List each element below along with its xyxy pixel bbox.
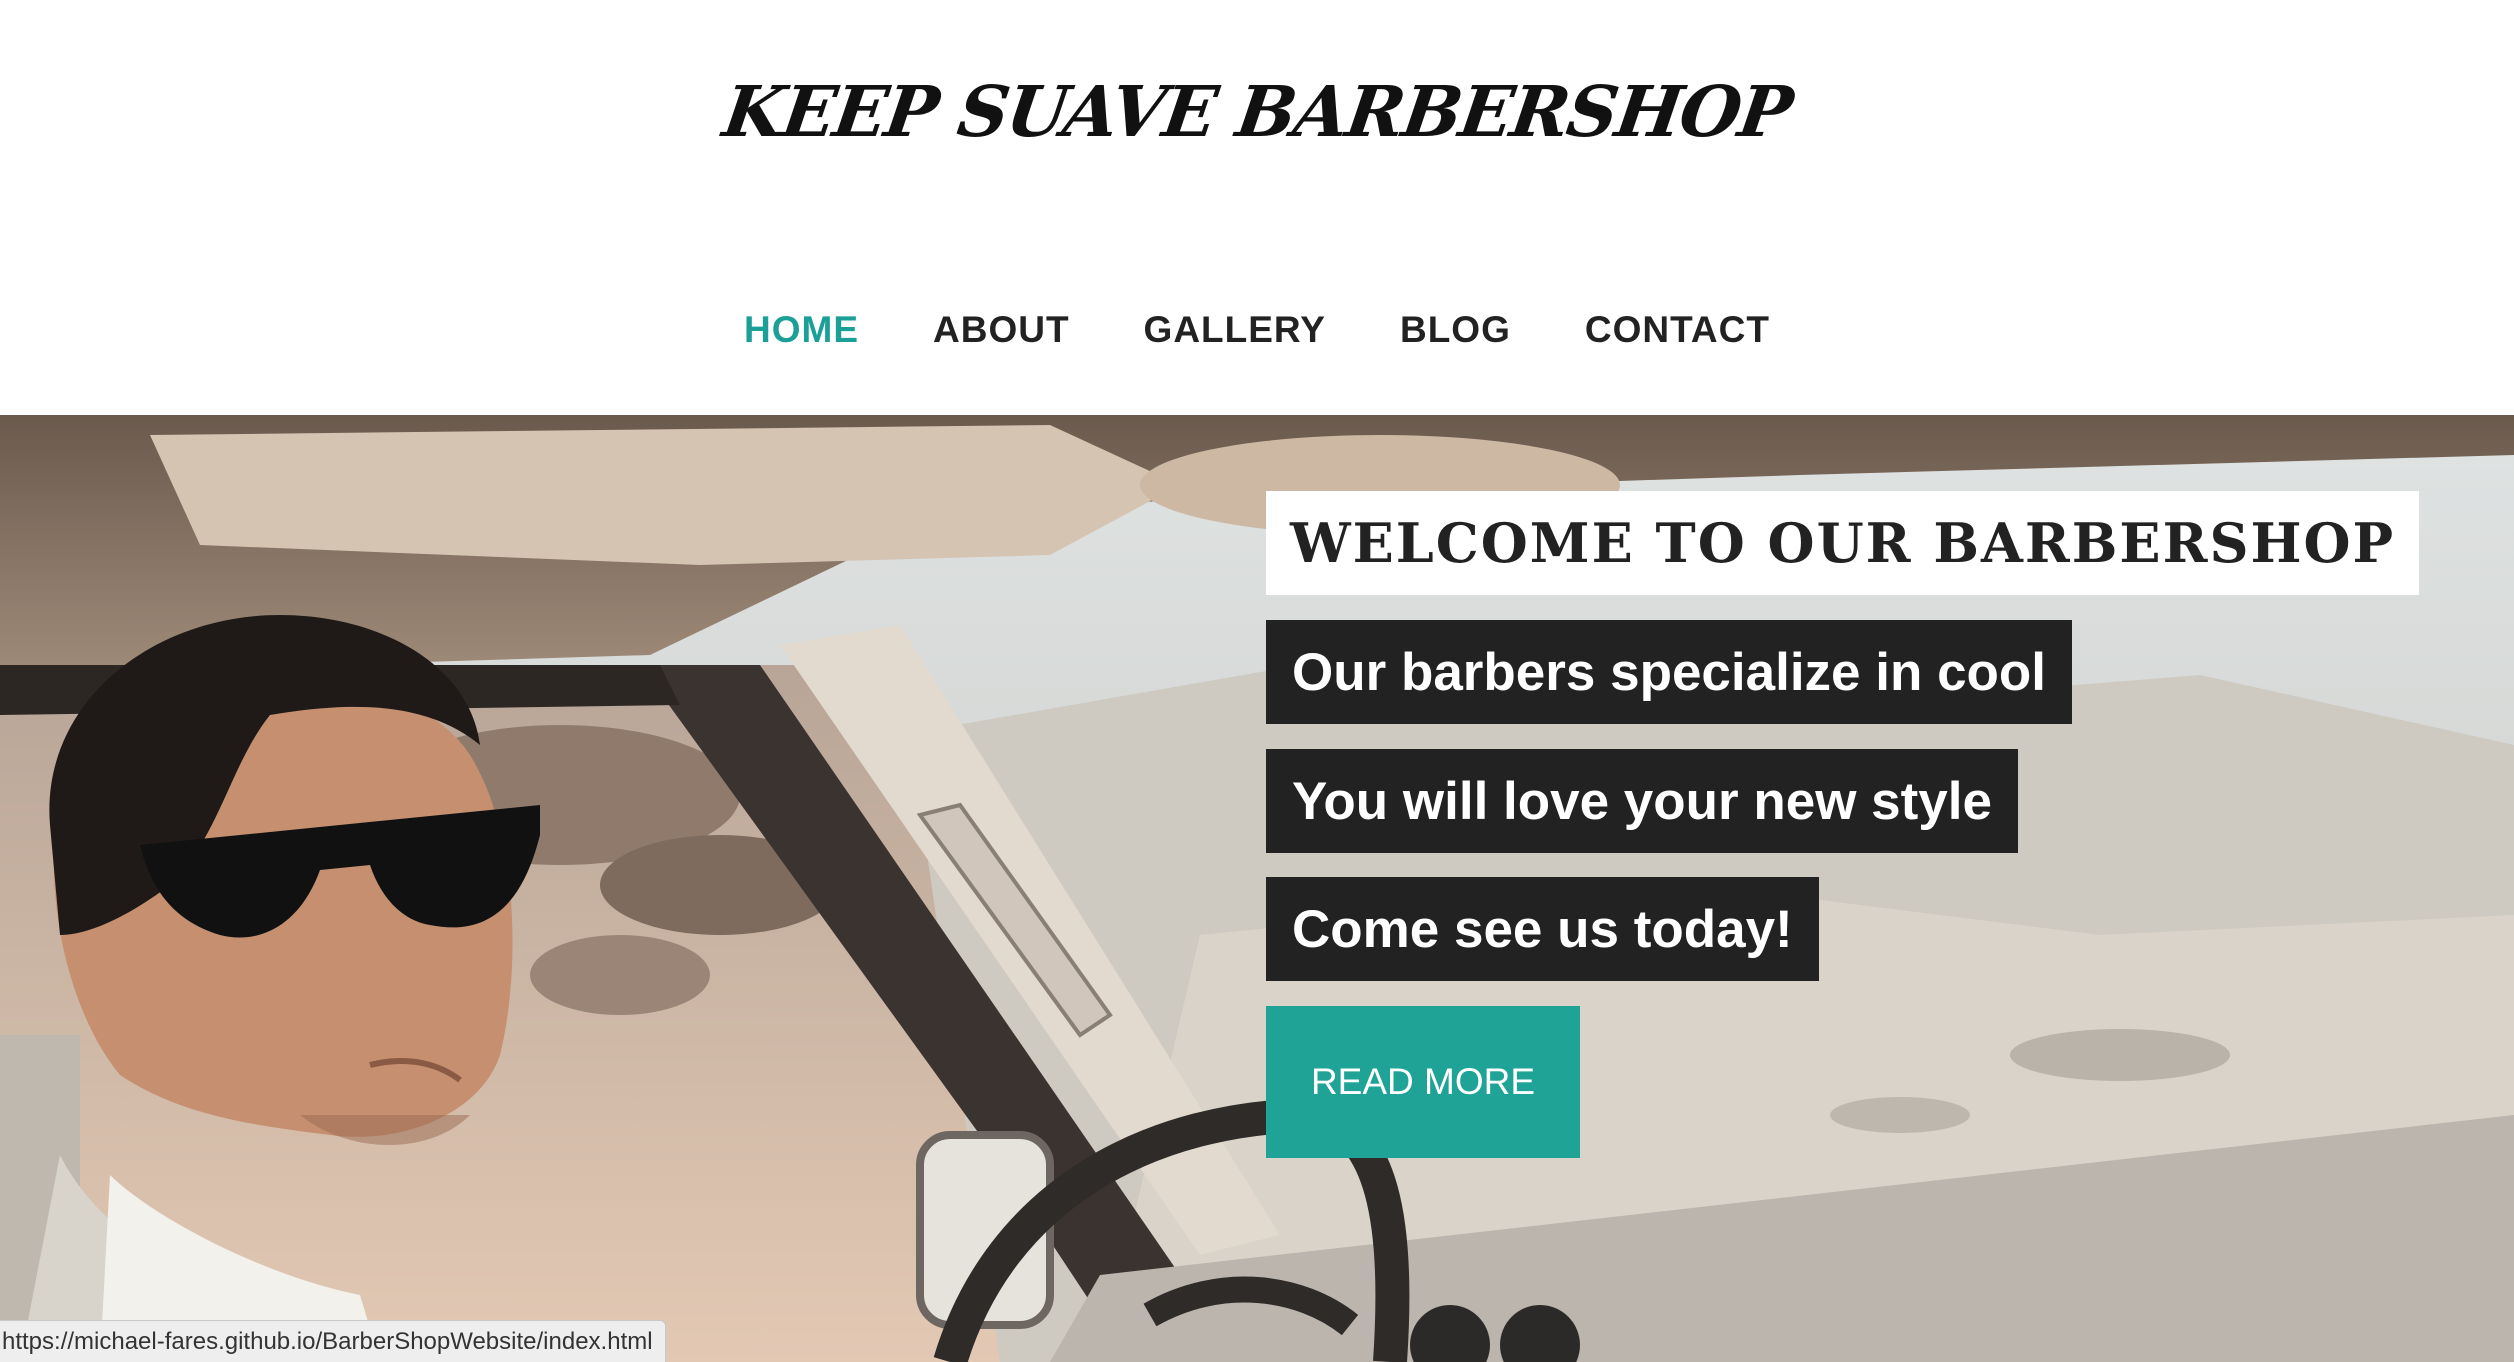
hero-line-2-box: You will love your new style bbox=[1266, 749, 2018, 853]
hero-line-1-box: Our barbers specialize in cool bbox=[1266, 620, 2073, 724]
hero-section: WELCOME TO OUR BARBERSHOP Our barbers sp… bbox=[0, 415, 2514, 1362]
read-more-button[interactable]: READ MORE bbox=[1266, 1006, 1580, 1158]
hero-line-3: Come see us today! bbox=[1292, 899, 1793, 959]
site-title[interactable]: KEEP SUAVE BARBERSHOP bbox=[0, 62, 2514, 162]
hero-line-3-box: Come see us today! bbox=[1266, 877, 1819, 981]
hero-line-2: You will love your new style bbox=[1292, 771, 1992, 831]
nav-contact-link[interactable]: CONTACT bbox=[1585, 298, 1770, 362]
status-bar-url: https://michael-fares.github.io/BarberSh… bbox=[0, 1320, 666, 1362]
nav-about-link[interactable]: ABOUT bbox=[933, 298, 1070, 362]
nav-home-link[interactable]: HOME bbox=[744, 298, 859, 362]
hero-line-1: Our barbers specialize in cool bbox=[1292, 642, 2047, 702]
site-header: KEEP SUAVE BARBERSHOP HOME ABOUT GALLERY… bbox=[0, 0, 2514, 415]
nav-gallery-link[interactable]: GALLERY bbox=[1144, 298, 1326, 362]
welcome-heading-box: WELCOME TO OUR BARBERSHOP bbox=[1266, 491, 2420, 595]
welcome-heading: WELCOME TO OUR BARBERSHOP bbox=[1290, 511, 2396, 575]
page: KEEP SUAVE BARBERSHOP HOME ABOUT GALLERY… bbox=[0, 0, 2514, 1362]
main-nav: HOME ABOUT GALLERY BLOG CONTACT bbox=[0, 298, 2514, 362]
nav-blog-link[interactable]: BLOG bbox=[1400, 298, 1511, 362]
